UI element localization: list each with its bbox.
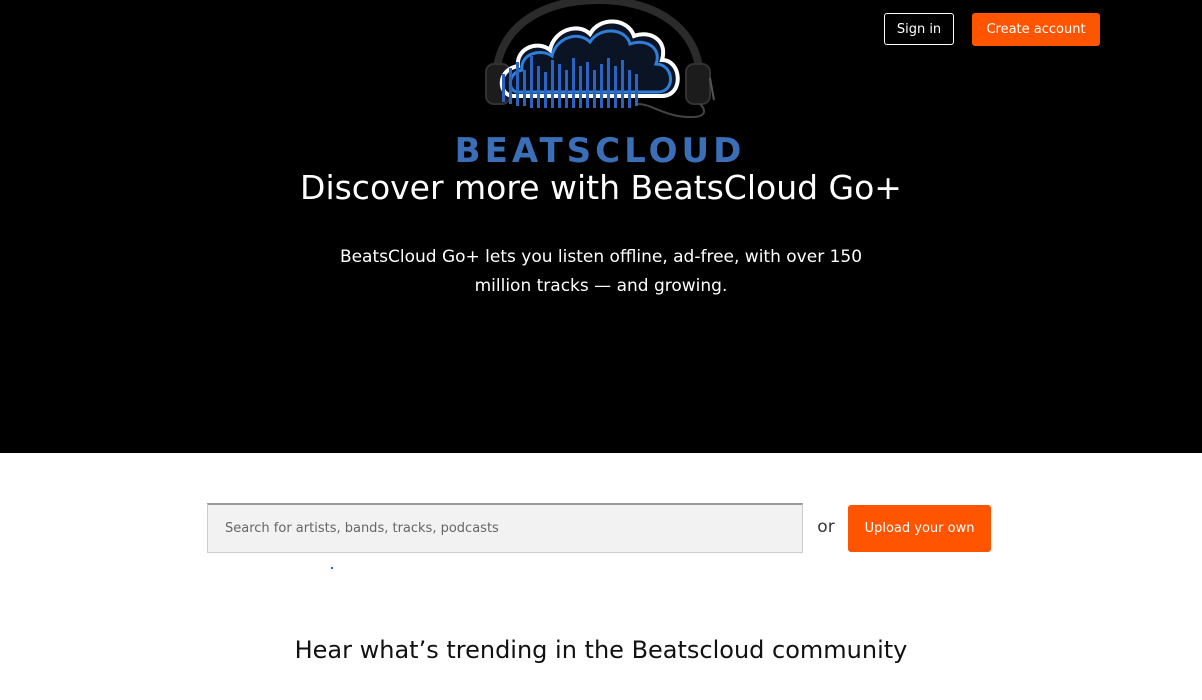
trending-heading: Hear what’s trending in the Beatscloud c…	[294, 636, 908, 664]
search-placeholder: Search for artists, bands, tracks, podca…	[225, 521, 499, 536]
or-separator: or	[817, 517, 835, 537]
hero-title: Discover more with BeatsCloud Go+	[300, 168, 902, 207]
hero-subtitle: BeatsCloud Go+ lets you listen offline, …	[339, 247, 863, 296]
create-account-button[interactable]: Create account	[972, 13, 1100, 46]
search-input[interactable]: Search for artists, bands, tracks, podca…	[207, 503, 803, 553]
svg-text:BEATSCLOUD: BEATSCLOUD	[455, 131, 746, 170]
hero-banner: BEATSCLOUD Sign in Create account Discov…	[0, 0, 1202, 453]
sign-in-button[interactable]: Sign in	[884, 13, 954, 45]
cloud-headphones-logo-icon	[485, 0, 715, 118]
beatscloud-wordmark: BEATSCLOUD	[455, 131, 746, 170]
upload-button[interactable]: Upload your own	[848, 505, 991, 552]
decorative-dot	[331, 567, 333, 569]
